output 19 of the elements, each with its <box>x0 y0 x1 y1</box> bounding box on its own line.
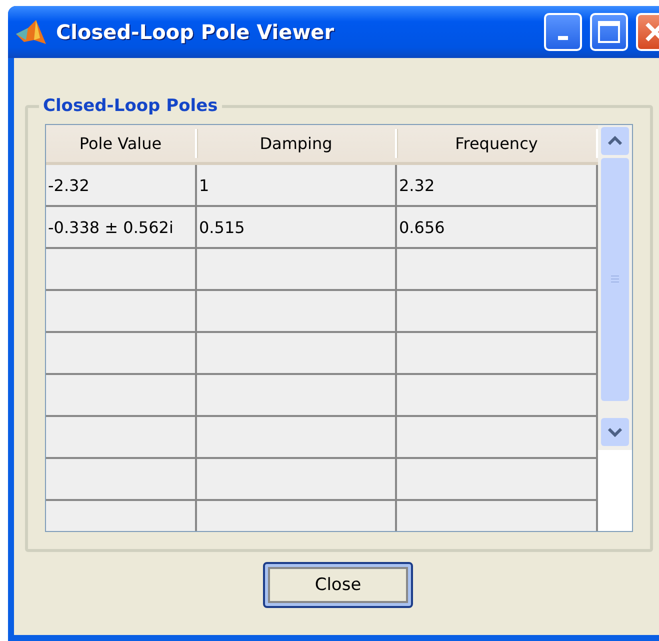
minimize-button[interactable] <box>544 13 582 51</box>
window-title: Closed-Loop Pole Viewer <box>56 20 336 44</box>
table-cell: -0.338 ± 0.562i <box>46 207 197 249</box>
group-title: Closed-Loop Poles <box>42 96 219 116</box>
minimize-icon <box>558 36 568 40</box>
caret-down-icon <box>608 427 622 437</box>
scrollbar-thumb[interactable] <box>601 158 629 401</box>
table-cell: 0.515 <box>197 207 397 249</box>
column-header[interactable]: Damping <box>197 129 397 158</box>
scroll-down-button[interactable] <box>601 418 629 446</box>
maximize-button[interactable] <box>590 13 628 51</box>
scroll-up-button[interactable] <box>601 127 629 155</box>
column-header[interactable]: Pole Value <box>46 129 197 158</box>
app-icon <box>14 18 48 46</box>
maximize-icon <box>597 20 621 44</box>
table-cell: 1 <box>197 165 397 207</box>
table-cell: -2.32 <box>46 165 197 207</box>
close-button[interactable]: Close <box>263 562 413 608</box>
caret-up-icon <box>608 136 622 146</box>
